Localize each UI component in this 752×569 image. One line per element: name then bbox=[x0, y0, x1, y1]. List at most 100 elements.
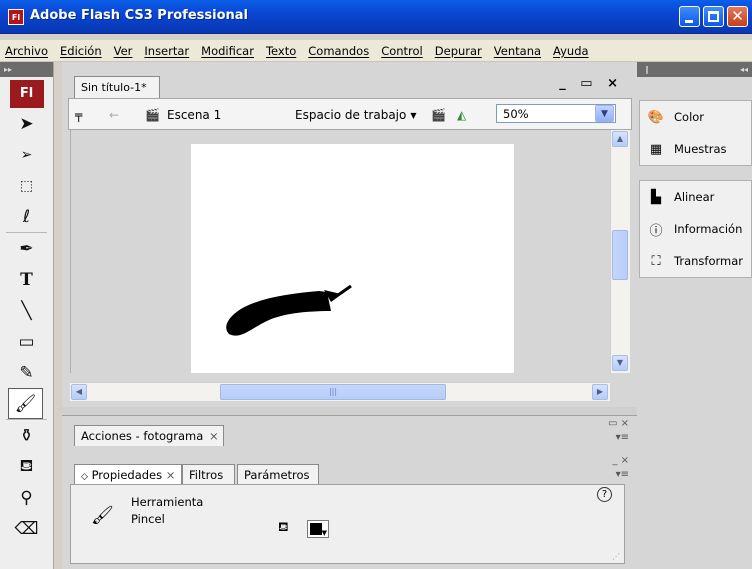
right-dock-grip[interactable]: ∥ ◂◂ bbox=[637, 62, 752, 77]
edit-symbols-button[interactable]: ◭ bbox=[457, 105, 466, 125]
eyedropper-icon: ⚲ bbox=[20, 487, 33, 508]
scene-icon: 🎬 bbox=[145, 108, 160, 122]
pencil-icon: ✎ bbox=[19, 362, 34, 383]
timeline-toggle-icon[interactable]: ╤ bbox=[75, 105, 82, 125]
menu-edicion[interactable]: Edición bbox=[60, 44, 102, 58]
properties-body: 🖌 Herramienta Pincel ⛾ ▼ ? ⋰ bbox=[70, 484, 625, 564]
arrow-icon: ➤ bbox=[19, 113, 34, 134]
menu-insertar[interactable]: Insertar bbox=[144, 44, 189, 58]
align-icon: ▙ bbox=[651, 189, 661, 205]
close-icon[interactable]: × bbox=[209, 429, 219, 443]
workspace-menu[interactable]: Espacio de trabajo ▼ bbox=[295, 105, 417, 125]
tab-filtros[interactable]: Filtros bbox=[182, 464, 235, 485]
ink-bottle-tool[interactable]: ⚱ bbox=[0, 420, 53, 451]
eyedropper-tool[interactable]: ⚲ bbox=[0, 482, 53, 513]
panel-group-color: 🎨 Color ▦ Muestras bbox=[639, 100, 752, 166]
help-icon[interactable]: ? bbox=[597, 487, 612, 502]
panel-informacion[interactable]: ⓘ Información bbox=[640, 213, 751, 245]
panel-color[interactable]: 🎨 Color bbox=[640, 101, 751, 133]
document-panel: Sin título-1* _ ▭ × ╤ ← 🎬 Escena 1 Espac… bbox=[62, 62, 637, 407]
pen-tool[interactable]: ✒ bbox=[0, 233, 53, 264]
panel-muestras[interactable]: ▦ Muestras bbox=[640, 133, 751, 165]
panel-options-icon[interactable]: ▾≡ bbox=[616, 469, 629, 480]
rectangle-tool[interactable]: ▭ bbox=[0, 326, 53, 357]
stage-canvas[interactable] bbox=[191, 144, 514, 373]
selection-tool[interactable]: ➤ bbox=[0, 108, 53, 139]
horizontal-scrollbar[interactable]: ◀ ||| ▶ bbox=[70, 382, 610, 401]
scroll-right-button[interactable]: ▶ bbox=[592, 384, 608, 400]
back-arrow-icon[interactable]: ← bbox=[109, 105, 119, 125]
tool-type-label: Herramienta bbox=[131, 495, 204, 509]
zoom-dropdown-button[interactable]: ▼ bbox=[595, 105, 614, 122]
fill-color-swatch[interactable]: ▼ bbox=[307, 520, 329, 538]
grip-icon: ∥ bbox=[645, 65, 649, 74]
panel-informacion-label: Información bbox=[674, 222, 743, 236]
subselection-tool[interactable]: ➢ bbox=[0, 139, 53, 170]
actions-panel: Acciones - fotograma × ▭ × ▾≡ bbox=[62, 415, 637, 455]
rectangle-icon: ▭ bbox=[18, 331, 35, 352]
scene-label[interactable]: Escena 1 bbox=[167, 105, 221, 125]
scroll-down-button[interactable]: ▼ bbox=[612, 355, 628, 371]
panel-options-icon[interactable]: ▾≡ bbox=[616, 432, 629, 443]
pen-icon: ✒ bbox=[19, 238, 34, 259]
resize-grip-icon[interactable]: ⋰ bbox=[612, 552, 620, 561]
document-tab-row: Sin título-1* _ ▭ × bbox=[62, 62, 637, 98]
menu-depurar[interactable]: Depurar bbox=[435, 44, 482, 58]
panel-transformar[interactable]: ⛶ Transformar bbox=[640, 245, 751, 277]
close-button[interactable]: ✕ bbox=[727, 6, 748, 27]
vertical-scroll-thumb[interactable] bbox=[612, 230, 628, 280]
brush-tool[interactable]: 🖌 bbox=[8, 388, 43, 419]
paint-bucket-icon: ⛾ bbox=[19, 455, 34, 476]
menu-modificar[interactable]: Modificar bbox=[201, 44, 254, 58]
panel-alinear-label: Alinear bbox=[674, 190, 715, 204]
menu-texto[interactable]: Texto bbox=[266, 44, 296, 58]
text-tool[interactable]: T bbox=[0, 264, 53, 295]
horizontal-scroll-thumb[interactable]: ||| bbox=[220, 384, 446, 400]
panel-color-label: Color bbox=[674, 110, 705, 124]
menu-ver[interactable]: Ver bbox=[114, 44, 133, 58]
line-tool[interactable]: ╲ bbox=[0, 295, 53, 326]
panel-divider[interactable] bbox=[62, 407, 637, 415]
menu-ayuda[interactable]: Ayuda bbox=[553, 44, 589, 58]
edit-bar: ╤ ← 🎬 Escena 1 Espacio de trabajo ▼ 🎬 ◭ … bbox=[68, 98, 632, 130]
panel-alinear[interactable]: ▙ Alinear bbox=[640, 181, 751, 213]
transform-icon: ⬚ bbox=[19, 177, 34, 194]
panel-window-controls[interactable]: _ × bbox=[612, 455, 629, 466]
vertical-scrollbar[interactable]: ▲ ▼ bbox=[610, 130, 630, 373]
pencil-tool[interactable]: ✎ bbox=[0, 357, 53, 388]
palette-icon: 🎨 bbox=[647, 109, 665, 125]
maximize-button[interactable] bbox=[703, 6, 724, 27]
menu-ventana[interactable]: Ventana bbox=[494, 44, 541, 58]
brush-icon: 🖌 bbox=[91, 505, 114, 526]
scroll-up-button[interactable]: ▲ bbox=[612, 131, 628, 147]
menu-archivo[interactable]: Archivo bbox=[5, 44, 48, 58]
swatches-icon: ▦ bbox=[649, 141, 663, 157]
menu-control[interactable]: Control bbox=[381, 44, 423, 58]
paint-bucket-tool[interactable]: ⛾ bbox=[0, 451, 53, 482]
fill-color-chip bbox=[310, 523, 322, 535]
paint-bucket-icon: ⛾ bbox=[278, 520, 289, 535]
eraser-tool[interactable]: ⌫ bbox=[0, 513, 53, 544]
tools-panel-grip[interactable]: ▸▸ bbox=[0, 62, 53, 77]
close-icon[interactable]: × bbox=[166, 468, 176, 482]
tab-propiedades[interactable]: ◇ Propiedades × bbox=[74, 464, 182, 485]
document-tab[interactable]: Sin título-1* bbox=[74, 76, 160, 98]
panel-window-controls[interactable]: ▭ × bbox=[608, 418, 629, 429]
title-bar: Fl Adobe Flash CS3 Professional ✕ bbox=[0, 0, 752, 34]
menu-comandos[interactable]: Comandos bbox=[308, 44, 369, 58]
line-icon: ╲ bbox=[21, 300, 32, 321]
symbols-icon: ◭ bbox=[457, 108, 467, 122]
edit-scene-button[interactable]: 🎬 bbox=[431, 105, 446, 125]
lasso-tool[interactable]: ℓ bbox=[0, 201, 53, 232]
free-transform-tool[interactable]: ⬚ bbox=[0, 170, 53, 201]
scroll-left-button[interactable]: ◀ bbox=[71, 384, 87, 400]
actions-tab[interactable]: Acciones - fotograma × bbox=[74, 425, 224, 446]
minimize-button[interactable] bbox=[679, 6, 700, 27]
flash-logo: Fl bbox=[9, 80, 44, 108]
chevron-down-icon: ▼ bbox=[410, 110, 417, 120]
document-window-controls[interactable]: _ ▭ × bbox=[559, 76, 623, 91]
actions-tab-label: Acciones - fotograma bbox=[81, 429, 204, 443]
tab-parametros[interactable]: Parámetros bbox=[237, 464, 319, 485]
collapse-arrows-icon[interactable]: ◂◂ bbox=[740, 62, 748, 77]
eraser-icon: ⌫ bbox=[14, 518, 39, 539]
